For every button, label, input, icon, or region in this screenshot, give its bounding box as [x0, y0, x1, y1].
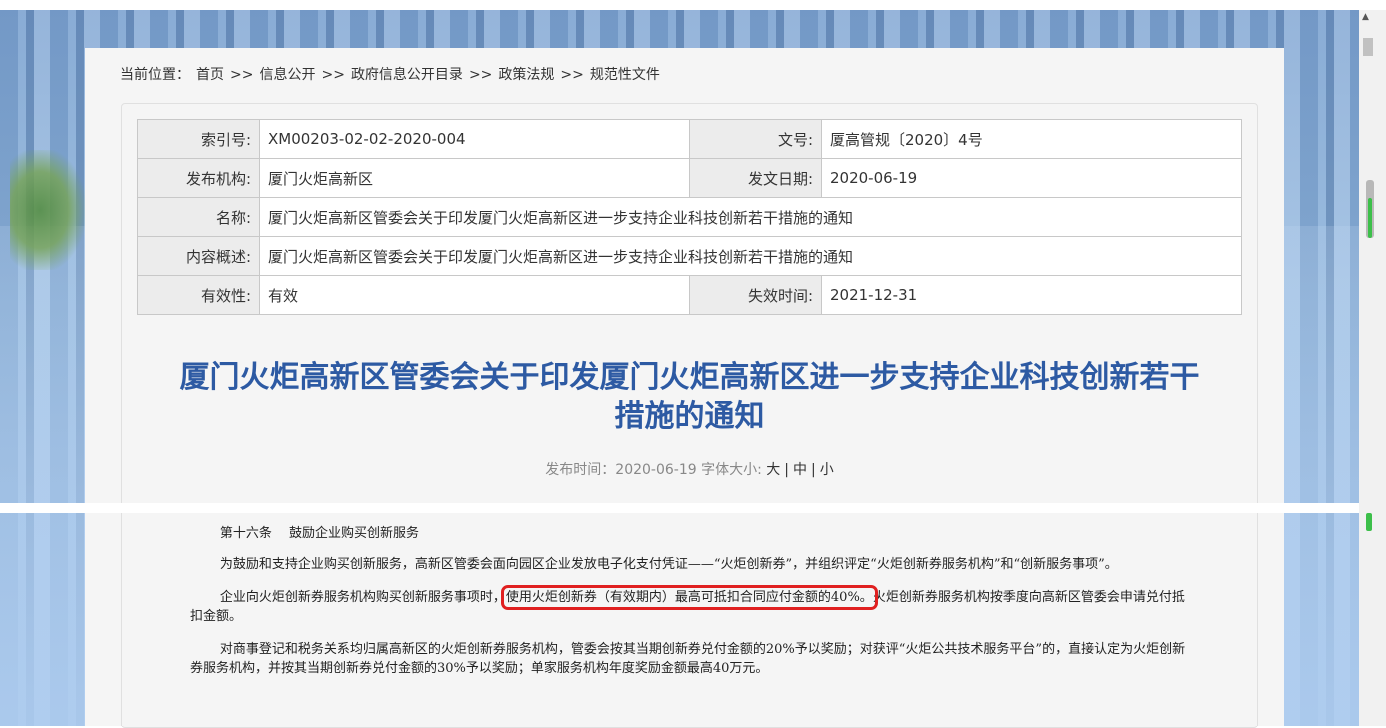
scrollbar-position-marker	[1366, 513, 1372, 531]
index-number-label: 索引号:	[137, 119, 260, 159]
article-paragraph: 对商事登记和税务关系均归属高新区的火炬创新券服务机构，管委会按其当期创新券兑付金…	[190, 642, 1186, 676]
doc-name-label: 名称:	[137, 197, 260, 237]
breadcrumb-info-disclosure-link[interactable]: 信息公开	[259, 67, 315, 83]
scrollbar[interactable]	[1359, 10, 1386, 726]
paragraph-text: 企业向火炬创新券服务机构购买创新服务事项时，	[219, 590, 506, 605]
expiry-label: 失效时间:	[689, 275, 822, 315]
validity-value: 有效	[259, 275, 690, 315]
summary-label: 内容概述:	[137, 236, 260, 276]
font-size-large-button[interactable]: 大	[766, 462, 780, 478]
title-line-2: 措施的通知	[614, 399, 765, 434]
article-paragraph: 为鼓励和支持企业购买创新服务，高新区管委会面向园区企业发放电子化支付凭证——“火…	[219, 557, 1118, 572]
top-strip	[0, 0, 1386, 10]
breadcrumb-policy-link[interactable]: 政策法规	[498, 67, 554, 83]
article-paragraph: 企业向火炬创新券服务机构购买创新服务事项时，使用火炬创新券（有效期内）最高可抵扣…	[190, 585, 1190, 626]
table-row: 内容概述: 厦门火炬高新区管委会关于印发厦门火炬高新区进一步支持企业科技创新若干…	[137, 236, 1242, 276]
highlighted-text: 使用火炬创新券（有效期内）最高可抵扣合同应付金额的40%。	[500, 585, 878, 610]
breadcrumb-separator: >>	[230, 67, 254, 83]
table-row: 发布机构: 厦门火炬高新区 发文日期: 2020-06-19	[137, 158, 1242, 198]
breadcrumb-prefix: 当前位置：	[120, 67, 190, 83]
breadcrumb-normative-docs-link[interactable]: 规范性文件	[590, 67, 660, 83]
font-size-separator: |	[784, 462, 789, 478]
screenshot-cut-divider	[0, 503, 1386, 513]
background-greenery	[10, 150, 85, 270]
table-row: 名称: 厦门火炬高新区管委会关于印发厦门火炬高新区进一步支持企业科技创新若干措施…	[137, 197, 1242, 237]
issuer-value: 厦门火炬高新区	[259, 158, 690, 198]
expiry-value: 2021-12-31	[821, 275, 1242, 315]
metadata-table: 索引号: XM00203-02-02-2020-004 文号: 厦高管规〔202…	[137, 119, 1242, 315]
breadcrumb-separator: >>	[321, 67, 345, 83]
document-number-label: 文号:	[689, 119, 822, 159]
breadcrumb-separator: >>	[468, 67, 493, 83]
table-row: 有效性: 有效 失效时间: 2021-12-31	[137, 275, 1242, 315]
validity-label: 有效性:	[137, 275, 260, 315]
font-size-separator: |	[810, 462, 816, 478]
scrollbar-thumb[interactable]	[1366, 180, 1374, 238]
font-size-small-button[interactable]: 小	[820, 462, 834, 478]
breadcrumb: 当前位置： 首页 >> 信息公开 >> 政府信息公开目录 >> 政策法规 >> 规范性文件	[120, 64, 666, 84]
breadcrumb-separator: >>	[560, 67, 584, 83]
article-body: 第十六条 鼓励企业购买创新服务 为鼓励和支持企业购买创新服务，高新区管委会面向园…	[190, 524, 1190, 692]
summary-value: 厦门火炬高新区管委会关于印发厦门火炬高新区进一步支持企业科技创新若干措施的通知	[259, 236, 1242, 276]
doc-name-value: 厦门火炬高新区管委会关于印发厦门火炬高新区进一步支持企业科技创新若干措施的通知	[259, 197, 1242, 237]
page-title: 厦门火炬高新区管委会关于印发厦门火炬高新区进一步支持企业科技创新若干 措施的通知	[137, 358, 1242, 436]
index-number-value: XM00203-02-02-2020-004	[259, 119, 690, 159]
document-number-value: 厦高管规〔2020〕4号	[821, 119, 1242, 159]
breadcrumb-home-link[interactable]: 首页	[196, 67, 224, 83]
table-row: 索引号: XM00203-02-02-2020-004 文号: 厦高管规〔202…	[137, 119, 1242, 159]
article-heading: 第十六条 鼓励企业购买创新服务	[219, 526, 420, 541]
title-line-1: 厦门火炬高新区管委会关于印发厦门火炬高新区进一步支持企业科技创新若干	[179, 360, 1200, 395]
font-size-medium-button[interactable]: 中	[793, 462, 807, 478]
scroll-up-arrow-icon[interactable]: ▲	[1362, 12, 1369, 22]
issuer-label: 发布机构:	[137, 158, 260, 198]
breadcrumb-catalog-link[interactable]: 政府信息公开目录	[351, 67, 463, 83]
issue-date-label: 发文日期:	[689, 158, 822, 198]
scrollbar-track-segment	[1363, 38, 1373, 56]
publish-info: 发布时间：2020-06-19 字体大小: 大 | 中 | 小	[137, 459, 1242, 479]
publish-date-text: 发布时间：2020-06-19 字体大小:	[545, 462, 762, 478]
issue-date-value: 2020-06-19	[821, 158, 1242, 198]
